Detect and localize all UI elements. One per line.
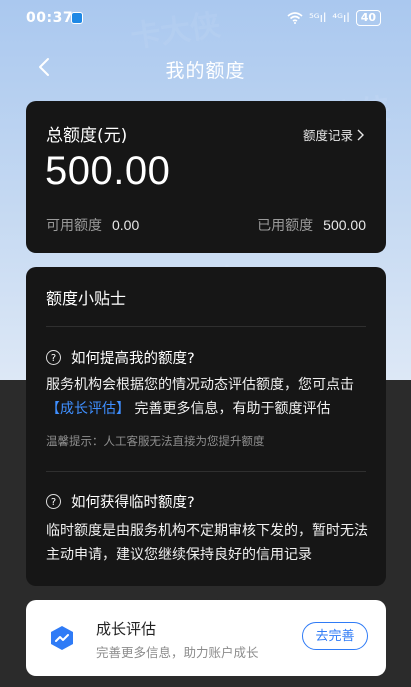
answer-1-text: 服务机构会根据您的情况动态评估额度，您可点击: [46, 377, 354, 393]
growth-assessment-link[interactable]: 【成长评估】: [46, 401, 130, 417]
status-bar: 00:37 ⁵ᴳıl ⁴ᴳıl 40: [0, 0, 411, 36]
total-credit-amount: 500.00: [45, 149, 171, 193]
available-credit-label: 可用额度: [46, 218, 102, 234]
answer-1: 服务机构会根据您的情况动态评估额度，您可点击【成长评估】 完善更多信息，有助于额…: [46, 373, 371, 421]
tips-title: 额度小贴士: [46, 289, 127, 308]
battery-icon: 40: [355, 10, 381, 26]
question-mark-icon: ?: [46, 494, 61, 509]
used-credit-value: 500.00: [323, 217, 366, 233]
status-icons: ⁵ᴳıl ⁴ᴳıl 40: [287, 10, 381, 26]
status-time: 00:37: [26, 10, 74, 26]
divider: [46, 326, 366, 327]
wifi-icon: [287, 12, 303, 24]
signal-icon-2: ⁴ᴳıl: [332, 11, 350, 25]
signal-icon-1: ⁵ᴳıl: [309, 11, 327, 25]
page-title: 我的额度: [165, 60, 246, 82]
credit-record-link[interactable]: 额度记录: [303, 125, 364, 144]
answer-2: 临时额度是由服务机构不定期审核下发的，暂时无法主动申请，建议您继续保持良好的信用…: [46, 523, 368, 563]
question-mark-icon: ?: [46, 350, 61, 365]
growth-subtitle: 完善更多信息，助力账户成长: [96, 645, 259, 660]
complete-info-button[interactable]: 去完善: [302, 622, 368, 650]
growth-assessment-card[interactable]: 成长评估 完善更多信息，助力账户成长 去完善: [26, 600, 386, 676]
question-2: ? 如何获得临时额度?: [46, 491, 195, 512]
total-credit-label: 总额度(元): [46, 126, 128, 146]
chevron-right-icon: [357, 129, 364, 140]
total-credit-card: 总额度(元) 额度记录 500.00 可用额度 0.00 已用额度 500.00: [26, 101, 386, 253]
divider: [46, 471, 366, 472]
used-credit: 已用额度 500.00: [257, 215, 366, 235]
available-credit-value: 0.00: [112, 217, 140, 233]
available-credit: 可用额度 0.00: [46, 215, 139, 235]
growth-title: 成长评估: [96, 620, 157, 638]
growth-chart-icon: [51, 626, 73, 650]
notification-icon: [71, 12, 83, 24]
used-credit-label: 已用额度: [257, 218, 314, 234]
question-1-text: 如何提高我的额度?: [71, 351, 195, 367]
credit-tips-card: 额度小贴士 ? 如何提高我的额度? 服务机构会根据您的情况动态评估额度，您可点击…: [26, 267, 386, 586]
answer-1-text-cont: 完善更多信息，有助于额度评估: [134, 401, 331, 417]
credit-record-label: 额度记录: [302, 128, 353, 143]
question-1: ? 如何提高我的额度?: [46, 347, 195, 368]
question-2-text: 如何获得临时额度?: [71, 495, 195, 511]
tip-hint: 温馨提示：人工客服无法直接为您提升额度: [46, 434, 265, 448]
header-bar: 我的额度: [0, 50, 411, 86]
